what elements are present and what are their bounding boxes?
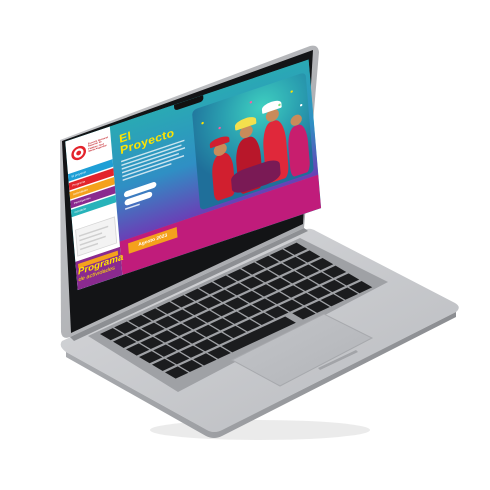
confetti-dot	[201, 121, 204, 125]
confetti-dot	[249, 100, 253, 104]
confetti-dot	[218, 126, 221, 130]
dancer-figure	[286, 122, 311, 178]
sidebar-item-label: Contacto	[74, 207, 87, 214]
logo-mark-icon	[70, 143, 87, 163]
laptop-mockup: Escuela Nacional Superior de Folklore Jo…	[0, 0, 490, 490]
sidebar-nav: El proyecto Programa Actividades Partici…	[67, 159, 117, 219]
confetti-dot	[290, 90, 293, 94]
logo-text: Escuela Nacional Superior de Folklore Jo…	[87, 135, 109, 153]
confetti-dot	[299, 103, 303, 107]
